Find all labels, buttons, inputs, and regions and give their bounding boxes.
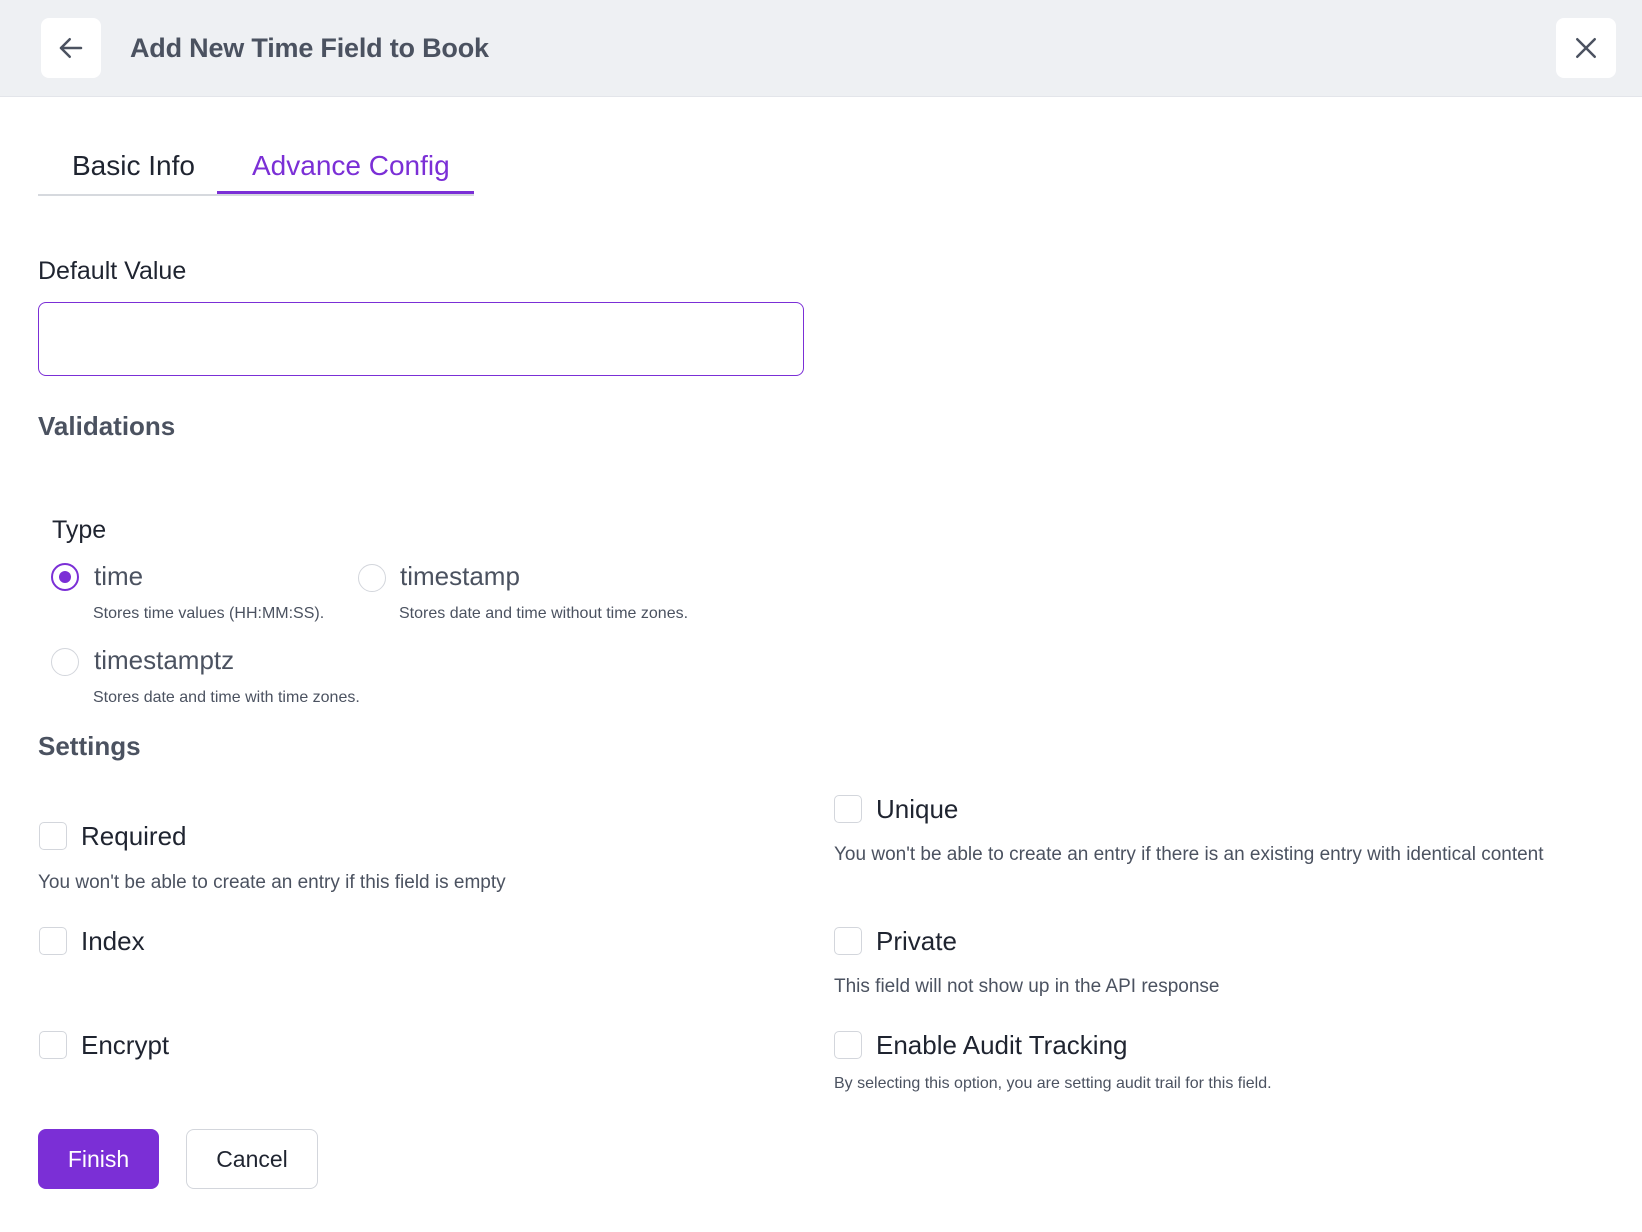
close-icon xyxy=(1576,38,1596,58)
index-label[interactable]: Index xyxy=(81,924,145,958)
radio-timestamp[interactable] xyxy=(358,564,386,592)
back-button[interactable] xyxy=(41,18,101,78)
encrypt-checkbox[interactable] xyxy=(39,1031,67,1059)
private-label[interactable]: Private xyxy=(876,924,957,958)
type-label: Type xyxy=(52,516,107,544)
settings-heading: Settings xyxy=(38,731,141,761)
required-label[interactable]: Required xyxy=(81,819,187,853)
radio-time[interactable] xyxy=(51,563,79,591)
index-checkbox[interactable] xyxy=(39,927,67,955)
unique-description: You won't be able to create an entry if … xyxy=(834,844,1544,865)
default-value-label: Default Value xyxy=(38,257,187,285)
radio-time-description: Stores time values (HH:MM:SS). xyxy=(93,605,325,622)
required-checkbox[interactable] xyxy=(39,822,67,850)
radio-time-label[interactable]: time xyxy=(94,559,143,593)
radio-timestamp-description: Stores date and time without time zones. xyxy=(399,605,689,622)
private-checkbox[interactable] xyxy=(834,927,862,955)
tab-basic-info[interactable]: Basic Info xyxy=(72,146,195,186)
audit-tracking-label[interactable]: Enable Audit Tracking xyxy=(876,1028,1128,1062)
radio-timestamptz-description: Stores date and time with time zones. xyxy=(93,689,360,706)
audit-tracking-checkbox[interactable] xyxy=(834,1031,862,1059)
tab-bar: Basic Info Advance Config xyxy=(38,140,474,196)
radio-timestamptz-label[interactable]: timestamptz xyxy=(94,643,234,677)
arrow-left-icon xyxy=(59,38,83,58)
close-button[interactable] xyxy=(1556,18,1616,78)
dialog-title: Add New Time Field to Book xyxy=(130,33,489,63)
default-value-input[interactable] xyxy=(38,302,804,376)
unique-label[interactable]: Unique xyxy=(876,792,958,826)
radio-timestamp-label[interactable]: timestamp xyxy=(400,559,520,593)
active-tab-indicator xyxy=(217,191,474,194)
dialog-header: Add New Time Field to Book xyxy=(0,0,1642,97)
encrypt-label[interactable]: Encrypt xyxy=(81,1028,169,1062)
tab-advance-config[interactable]: Advance Config xyxy=(252,146,450,186)
finish-button[interactable]: Finish xyxy=(38,1129,159,1189)
audit-tracking-description: By selecting this option, you are settin… xyxy=(834,1075,1272,1092)
validations-heading: Validations xyxy=(38,411,176,441)
private-description: This field will not show up in the API r… xyxy=(834,976,1220,997)
cancel-button[interactable]: Cancel xyxy=(186,1129,318,1189)
unique-checkbox[interactable] xyxy=(834,795,862,823)
radio-timestamptz[interactable] xyxy=(51,648,79,676)
required-description: You won't be able to create an entry if … xyxy=(38,872,506,893)
